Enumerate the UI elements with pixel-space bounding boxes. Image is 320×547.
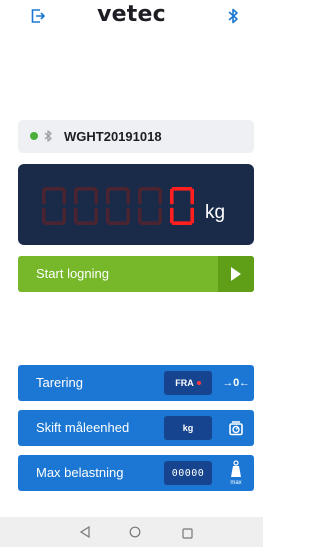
back-icon[interactable] (79, 525, 91, 543)
digit-segment (172, 204, 192, 208)
max-load-value: 00000 (171, 467, 205, 479)
digit-segment (62, 188, 66, 205)
digit-segment (126, 207, 130, 224)
digit-segment (76, 204, 96, 208)
digit-segment (74, 188, 78, 205)
digit-segment (138, 207, 142, 224)
max-icon-label: max (230, 480, 241, 486)
tare-status-pill: FRA (164, 371, 212, 395)
connection-status-dot (30, 132, 38, 140)
home-icon[interactable] (129, 525, 141, 543)
tare-status-dot (196, 381, 201, 385)
digit-segment (43, 187, 65, 191)
digit-segment (138, 188, 142, 205)
digit-segment (171, 221, 193, 225)
app-logo: vetec (97, 2, 166, 27)
digit-segment (190, 207, 194, 224)
digit-segment (170, 188, 174, 205)
start-logging-button[interactable]: Start logning (18, 256, 254, 292)
digit-segment (140, 204, 160, 208)
tare-zero-icon: →0← (218, 365, 254, 401)
max-load-pill: 00000 (164, 461, 212, 485)
system-navigation-bar (0, 517, 263, 547)
display-digit (138, 187, 162, 225)
top-bar: vetec (0, 0, 263, 34)
digit-segment (108, 204, 128, 208)
weight-unit: kg (205, 202, 226, 223)
start-logging-label: Start logning (36, 266, 109, 281)
change-unit-label: Skift måleenhed (36, 420, 130, 435)
digit-segment (106, 188, 110, 205)
digit-segment (158, 207, 162, 224)
play-icon (218, 256, 254, 292)
tare-zero-text: →0← (222, 377, 250, 389)
tare-button[interactable]: Tarering FRA →0← (18, 365, 254, 401)
digit-segment (94, 207, 98, 224)
max-load-label: Max belastning (36, 465, 124, 480)
unit-pill: kg (164, 416, 212, 440)
weight-digits (42, 187, 194, 225)
digit-segment (126, 188, 130, 205)
digit-segment (158, 188, 162, 205)
digit-segment (94, 188, 98, 205)
digit-segment (42, 207, 46, 224)
digit-segment (43, 221, 65, 225)
device-name: WGHT20191018 (64, 129, 162, 144)
bluetooth-status-icon (43, 129, 53, 143)
device-card[interactable]: WGHT20191018 (18, 120, 254, 153)
recents-icon[interactable] (182, 526, 193, 544)
digit-segment (190, 188, 194, 205)
display-digit (170, 187, 194, 225)
change-unit-button[interactable]: Skift måleenhed kg (18, 410, 254, 446)
digit-segment (42, 188, 46, 205)
digit-segment (107, 187, 129, 191)
digit-segment (106, 207, 110, 224)
display-digit (106, 187, 130, 225)
digit-segment (170, 207, 174, 224)
digit-segment (139, 187, 161, 191)
bluetooth-icon[interactable] (226, 7, 240, 25)
tare-label: Tarering (36, 375, 83, 390)
digit-segment (75, 221, 97, 225)
digit-segment (75, 187, 97, 191)
digit-segment (62, 207, 66, 224)
scale-icon (218, 410, 254, 446)
digit-segment (44, 204, 64, 208)
digit-segment (74, 207, 78, 224)
digit-segment (171, 187, 193, 191)
digit-segment (139, 221, 161, 225)
weight-display: kg (18, 164, 254, 245)
max-load-icon: max (218, 455, 254, 491)
max-load-button[interactable]: Max belastning 00000 max (18, 455, 254, 491)
digit-segment (107, 221, 129, 225)
display-digit (42, 187, 66, 225)
display-digit (74, 187, 98, 225)
tare-status-text: FRA (175, 378, 194, 388)
